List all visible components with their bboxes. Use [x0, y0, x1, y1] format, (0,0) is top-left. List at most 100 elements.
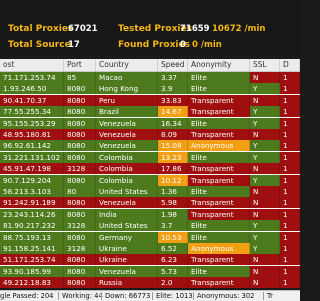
table-row[interactable]: 81.90.217.232 3128 United States 3.7 Elite Y 1 [0, 220, 300, 232]
cell-d: 1 [280, 94, 300, 106]
cell-anonymity: Transparent [188, 174, 250, 186]
cell-anonymity: Anonymous [188, 243, 250, 254]
cell-ssl: N [250, 129, 280, 140]
cell-port: 8080 [64, 106, 96, 118]
cell-speed: 33.83 [158, 94, 188, 106]
cell-speed: 15.08 [158, 140, 188, 152]
cell-host: 90.41.70.37 [0, 94, 64, 106]
column-header-anonymity[interactable]: Anonymity [188, 59, 250, 71]
cell-country: Colombia [96, 163, 158, 175]
table-row[interactable]: 49.212.18.83 8080 Russia 2.0 Transparent N 1 [0, 277, 300, 288]
cell-speed: 5.98 [158, 197, 188, 209]
cell-d: 1 [280, 129, 300, 140]
cell-ssl: N [250, 265, 280, 277]
cell-anonymity: Elite [188, 231, 250, 243]
table-row[interactable]: 48.95.180.81 8080 Venezuela 8.09 Transparent… [0, 129, 300, 140]
cell-country: Hong Kong [96, 83, 158, 95]
cell-country: India [96, 208, 158, 220]
cell-d: 1 [280, 163, 300, 175]
cell-port: 8080 [64, 197, 96, 209]
cell-speed: 6.52 [158, 243, 188, 254]
status-divider [152, 292, 153, 300]
cell-d: 1 [280, 254, 300, 266]
cell-host: 81.90.217.232 [0, 220, 64, 232]
column-header-speed[interactable]: Speed [158, 59, 188, 71]
status-bar: gle Passed: 204 Working: 44 Down: 66773 … [0, 290, 300, 301]
cell-country: Ukraine [96, 254, 158, 266]
total-proxies-label: Total Proxies [8, 24, 74, 34]
cell-host: 23.243.114.26 [0, 208, 64, 220]
cell-ssl: Y [250, 220, 280, 232]
cell-host: 93.90.185.99 [0, 265, 64, 277]
cell-d: 1 [280, 186, 300, 197]
cell-speed: 10.12 [158, 174, 188, 186]
cell-ssl: Y [250, 106, 280, 118]
table-row[interactable]: 45.91.47.198 3128 Colombia 17.86 Transparent… [0, 163, 300, 175]
cell-country: Venezuela [96, 265, 158, 277]
cell-d: 1 [280, 72, 300, 83]
cell-speed: 14.67 [158, 106, 188, 118]
table-row[interactable]: 51.171.253.74 8080 Ukraine 6.23 Transparent N… [0, 254, 300, 266]
table-row[interactable]: 77.55.255.34 8080 Brazil 14.67 Transparent Y 1 [0, 106, 300, 118]
column-header-port[interactable]: Port [64, 59, 96, 71]
column-header-country[interactable]: Country [96, 59, 158, 71]
cell-host: 51.171.253.74 [0, 254, 64, 266]
table-row[interactable]: 58.213.3.103 80 United States 1.36 Elite N 1 [0, 186, 300, 197]
stats-panel: Total Proxies 67021 Tested Proxies 71659… [0, 0, 300, 56]
table-header: ost Port Country Speed Anonymity SSL D [0, 59, 300, 72]
column-header-ssl[interactable]: SSL [250, 59, 280, 71]
table-row[interactable]: 95.155.253.29 8080 Venezuela 16.34 Elite Y 1 [0, 117, 300, 129]
cell-d: 1 [280, 208, 300, 220]
cell-anonymity: Elite [188, 117, 250, 129]
tested-proxies-stat: Tested Proxies 71659 10672 /min [118, 21, 265, 38]
cell-ssl: N [250, 163, 280, 175]
cell-d: 1 [280, 231, 300, 243]
table-row[interactable]: 91.158.25.141 3128 Ukraine 6.52 Anonymous Y 1 [0, 243, 300, 254]
cell-port: 3128 [64, 243, 96, 254]
table-row[interactable]: 91.242.91.189 8080 Venezuela 5.98 Transparen… [0, 197, 300, 209]
tested-proxies-value: 71659 [180, 24, 210, 34]
cell-host: 77.55.255.34 [0, 106, 64, 118]
cell-host: 90.7.129.204 [0, 174, 64, 186]
cell-port: 8080 [64, 117, 96, 129]
cell-d: 1 [280, 265, 300, 277]
table-row[interactable]: 90.41.70.37 8080 Peru 33.83 Transparent N 1 [0, 94, 300, 106]
cell-anonymity: Transparent [188, 208, 250, 220]
table-row[interactable]: 71.171.253.74 85 Macao 3.37 Elite N 1 [0, 72, 300, 83]
cell-host: 88.75.193.13 [0, 231, 64, 243]
cell-port: 8080 [64, 151, 96, 163]
found-proxies-value: 0 [180, 40, 186, 50]
status-divider [101, 292, 102, 300]
table-row[interactable]: 96.92.61.142 8080 Venezuela 15.08 Anonymous Y… [0, 140, 300, 152]
cell-anonymity: Transparent [188, 94, 250, 106]
cell-host: 95.155.253.29 [0, 117, 64, 129]
cell-host: 48.95.180.81 [0, 129, 64, 140]
table-row[interactable]: 31.221.131.102 8080 Colombia 13.23 Elite Y 1 [0, 151, 300, 163]
table-row[interactable]: 88.75.193.13 8080 Germany 10.53 Elite Y 1 [0, 231, 300, 243]
proxy-table[interactable]: ost Port Country Speed Anonymity SSL D 7… [0, 59, 300, 288]
cell-host: 58.213.3.103 [0, 186, 64, 197]
table-row[interactable]: 93.90.185.99 8080 Venezuela 5.73 Elite N 1 [0, 265, 300, 277]
status-divider [58, 292, 59, 300]
cell-ssl: Y [250, 151, 280, 163]
table-row[interactable]: 1.93.246.50 8080 Hong Kong 3.9 Elite Y 1 [0, 83, 300, 95]
cell-country: Venezuela [96, 197, 158, 209]
cell-country: United States [96, 220, 158, 232]
cell-port: 8080 [64, 94, 96, 106]
table-row[interactable]: 23.243.114.26 8080 India 1.98 Transparent N 1 [0, 208, 300, 220]
cell-anonymity: Elite [188, 83, 250, 95]
cell-ssl: Y [250, 231, 280, 243]
cell-anonymity: Elite [188, 265, 250, 277]
cell-port: 8080 [64, 83, 96, 95]
cell-host: 1.93.246.50 [0, 83, 64, 95]
column-header-d[interactable]: D [280, 59, 300, 71]
cell-port: 3128 [64, 163, 96, 175]
column-header-host[interactable]: ost [0, 59, 64, 71]
total-proxies-value: 67021 [68, 24, 98, 34]
cell-port: 8080 [64, 265, 96, 277]
cell-country: Colombia [96, 151, 158, 163]
cell-country: Macao [96, 72, 158, 83]
cell-port: 8080 [64, 254, 96, 266]
table-row[interactable]: 90.7.129.204 8080 Colombia 10.12 Transparent… [0, 174, 300, 186]
cell-port: 85 [64, 72, 96, 83]
